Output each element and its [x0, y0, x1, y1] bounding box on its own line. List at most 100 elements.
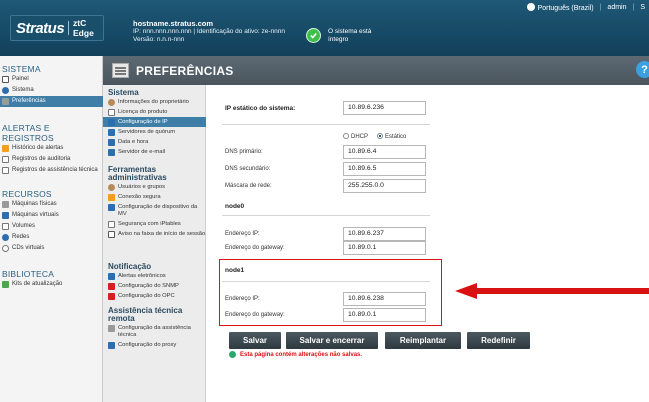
logo-divider [68, 21, 70, 35]
sidebar-item-kits[interactable]: Kits de atualização [0, 279, 103, 290]
menu-item-label: Conexão segura [118, 193, 161, 200]
menu-item-ip-config[interactable]: Configuração de IP [103, 117, 206, 127]
ip-config-icon [108, 118, 115, 126]
help-icon[interactable]: ? [636, 61, 649, 78]
menu-item-date-time[interactable]: Data e hora [103, 137, 206, 147]
save-and-close-button[interactable]: Salvar e encerrar [286, 332, 378, 349]
menu-item-owner-info[interactable]: Informações do proprietário [103, 97, 206, 107]
menu-item-users-groups[interactable]: Usuários e grupos [103, 182, 206, 192]
node0-gateway-field[interactable]: 10.89.0.1 [343, 241, 426, 255]
menu-item-support-config[interactable]: Configuração da assistência técnica [103, 323, 206, 340]
sidebar-item-redes[interactable]: Redes [0, 232, 103, 243]
page-title-bar: PREFERÊNCIAS ? [103, 56, 649, 85]
app-header: Stratus ztC Edge hostname.stratus.com IP… [0, 0, 649, 56]
system-icon [2, 87, 9, 94]
sidebar-section-alertas: ALERTAS E REGISTROS Histórico de alertas… [0, 123, 103, 176]
node1-ip-label: Endereço IP: [225, 296, 260, 302]
volume-icon [2, 223, 9, 230]
user-icon [108, 98, 115, 106]
info-icon [108, 230, 115, 238]
upgrade-kit-icon [2, 281, 9, 288]
version-line: Versão: n.n.n-nnn [133, 36, 185, 43]
sidebar-item-preferencias[interactable]: Preferências [0, 96, 103, 107]
node0-ip-field[interactable]: 10.89.6.237 [343, 227, 426, 241]
sidebar-item-cds[interactable]: CDs virtuais [0, 243, 103, 254]
node0-title: node0 [225, 203, 245, 210]
menu-item-iptables[interactable]: Segurança com iPtables [103, 219, 206, 229]
menu-item-login-banner[interactable]: Aviso na faixa de início de sessão [103, 229, 206, 239]
sidebar-item-volumes[interactable]: Volumes [0, 221, 103, 232]
menu-group-sistema: Sistema Informações do proprietário Lice… [103, 89, 206, 157]
menu-item-quorum[interactable]: Servidores de quórum [103, 127, 206, 137]
section-title: RECURSOS [2, 189, 52, 199]
menu-item-vm-device[interactable]: Configuração de dispositivo da MV [103, 202, 206, 219]
status-line-1: O sistema está [328, 28, 372, 35]
support-config-icon [108, 324, 115, 332]
language-selector[interactable]: Português (Brazil) [526, 2, 594, 12]
preferences-menu: Sistema Informações do proprietário Lice… [103, 85, 206, 402]
menu-item-secure-connection[interactable]: Conexão segura [103, 192, 206, 202]
dashboard-icon [2, 76, 9, 83]
menu-group-assistencia: Assistência técnica remota Configuração … [103, 307, 206, 350]
network-icon [2, 234, 9, 241]
menu-item-label: Configuração da assistência técnica [118, 324, 191, 338]
sidebar-item-label: Máquinas virtuais [12, 212, 59, 218]
nav-extra[interactable]: S [640, 4, 645, 11]
dns-secondary-field[interactable]: 10.89.6.5 [343, 162, 426, 176]
divider [222, 281, 430, 282]
node0-ip-label: Endereço IP: [225, 231, 260, 237]
status-line-2: íntegro [328, 36, 349, 43]
node1-title: node1 [225, 267, 245, 274]
dhcp-radio[interactable]: DHCP [343, 133, 368, 140]
menu-item-label: Usuários e grupos [118, 183, 166, 190]
menu-item-email-server[interactable]: Servidor de e-mail [103, 147, 206, 157]
menu-group-title: Sistema [108, 88, 139, 97]
sidebar-item-painel[interactable]: Painel [0, 74, 103, 85]
menu-item-snmp[interactable]: Configuração do SNMP [103, 281, 206, 291]
save-button[interactable]: Salvar [229, 332, 281, 349]
sidebar-item-assistencia[interactable]: Registros de assistência técnica [0, 165, 103, 176]
stratus-logo[interactable]: Stratus ztC Edge [10, 15, 104, 41]
divider [222, 124, 430, 125]
sidebar-item-historico[interactable]: Histórico de alertas [0, 143, 103, 154]
info-icon [229, 351, 236, 358]
opc-icon [108, 292, 115, 300]
node1-ip-field[interactable]: 10.89.6.238 [343, 292, 426, 306]
divider [222, 215, 430, 216]
license-icon [108, 108, 115, 116]
user-menu[interactable]: admin [607, 4, 626, 11]
host-info: hostname.stratus.com IP: nnn.nnn.nnn.nnn… [133, 20, 285, 44]
menu-item-label: Alertas eletrônicos [118, 272, 166, 279]
menu-item-opc[interactable]: Configuração do OPC [103, 291, 206, 301]
vm-device-icon [108, 203, 115, 211]
audit-icon [2, 156, 9, 163]
section-title: SISTEMA [2, 64, 41, 74]
preferences-icon [112, 63, 129, 78]
dns-primary-field[interactable]: 10.89.6.4 [343, 145, 426, 159]
system-ip-field[interactable]: 10.89.6.236 [343, 101, 426, 115]
support-log-icon [2, 167, 9, 174]
reset-button[interactable]: Redefinir [467, 332, 530, 349]
menu-item-proxy[interactable]: Configuração do proxy [103, 340, 206, 350]
menu-item-label: Segurança com iPtables [118, 220, 181, 227]
menu-item-license[interactable]: Licença do produto [103, 107, 206, 117]
unsaved-warning: Esta página contém alterações não salvas… [229, 351, 362, 358]
alert-icon [2, 145, 9, 152]
menu-item-label: Licença do produto [118, 108, 168, 115]
netmask-field[interactable]: 255.255.0.0 [343, 179, 426, 193]
dns-primary-label: DNS primário: [225, 149, 263, 155]
sidebar-item-auditoria[interactable]: Registros de auditoria [0, 154, 103, 165]
sidebar-item-maquinas-virtuais[interactable]: Máquinas virtuais [0, 210, 103, 221]
node1-gateway-field[interactable]: 10.89.0.1 [343, 308, 426, 322]
menu-item-e-alerts[interactable]: Alertas eletrônicos [103, 271, 206, 281]
system-ip-label: IP estático do sistema: [225, 105, 296, 112]
sidebar-item-sistema[interactable]: Sistema [0, 85, 103, 96]
virtual-machine-icon [2, 212, 9, 219]
sidebar-item-maquinas-fisicas[interactable]: Máquinas físicas [0, 199, 103, 210]
preferences-icon [2, 98, 9, 105]
menu-item-label: Configuração do OPC [118, 292, 175, 299]
redeploy-button[interactable]: Reimplantar [385, 332, 461, 349]
static-radio[interactable]: Estático [377, 133, 406, 140]
system-status: O sistema está íntegro [328, 28, 371, 44]
menu-item-label: Configuração de dispositivo da MV [118, 203, 198, 217]
